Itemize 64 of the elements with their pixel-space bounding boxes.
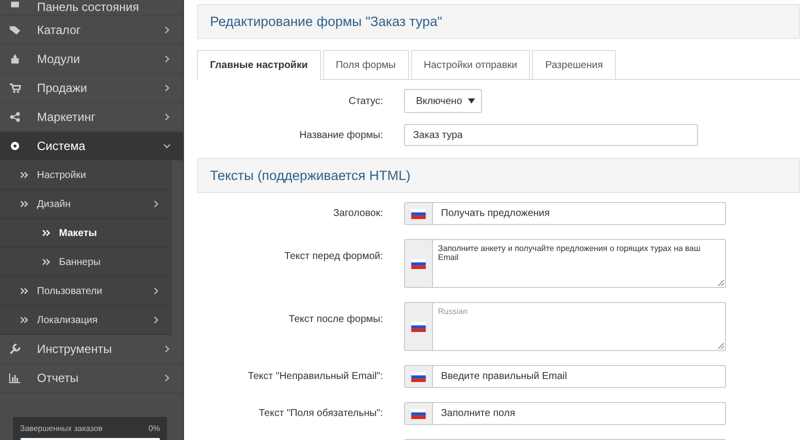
double-chevron-icon xyxy=(20,200,29,208)
menu-icon xyxy=(9,53,21,65)
menu-icon xyxy=(9,0,21,9)
menu-label: Локализация xyxy=(37,314,99,326)
chevron-icon xyxy=(163,142,171,150)
menu-label: Макеты xyxy=(59,228,98,238)
tab[interactable]: Настройки отправки xyxy=(410,50,530,79)
menu-label: Система xyxy=(37,139,86,153)
page-title: Редактирование формы "Заказ тура" xyxy=(210,14,442,29)
menu-item[interactable]: Система xyxy=(0,132,183,161)
field-label: Название формы: xyxy=(298,130,383,140)
tab[interactable]: Поля формы xyxy=(322,50,409,79)
section-title: Тексты (поддерживается HTML) xyxy=(210,168,410,183)
menu-label: Баннеры xyxy=(59,256,102,268)
menu-label: Настройки xyxy=(37,170,88,180)
menu-icon xyxy=(9,24,21,36)
status-dropdown[interactable]: Включено xyxy=(404,89,482,113)
chevron-icon xyxy=(163,113,171,121)
menu-label: Каталог xyxy=(37,23,82,37)
chevron-icon xyxy=(163,345,171,353)
input-field[interactable]: Заказ тура xyxy=(404,124,698,146)
submenu-item[interactable]: Макеты xyxy=(0,219,172,248)
menu-label: Продажи xyxy=(37,81,88,95)
tab[interactable]: Разрешения xyxy=(532,50,616,79)
menu-icon xyxy=(9,111,21,123)
chevron-icon xyxy=(163,26,171,34)
field-label: Текст после формы: xyxy=(288,314,383,325)
caret-icon xyxy=(468,98,475,104)
field-label: Статус: xyxy=(348,96,383,106)
chevron-icon xyxy=(163,84,171,92)
menu-label: Отчеты xyxy=(37,371,80,385)
chevron-icon xyxy=(152,287,160,295)
field-label: Заголовок: xyxy=(332,208,383,219)
menu-label: Инструменты xyxy=(37,342,113,356)
menu-item[interactable]: Панель состояния xyxy=(0,0,183,16)
chevron-icon xyxy=(152,316,160,324)
progress-reading: 0% xyxy=(148,424,160,433)
submenu-item[interactable]: Дизайн xyxy=(0,190,172,219)
menu-label: Дизайн xyxy=(37,198,72,210)
tab[interactable]: Главные настройки xyxy=(197,50,321,80)
menu-icon xyxy=(9,372,21,384)
submenu-item[interactable]: Настройки xyxy=(0,161,172,190)
submenu-item[interactable]: Локализация xyxy=(0,306,172,335)
menu-label: Пользователи xyxy=(37,286,104,296)
field-label: Текст "Неправильный Email": xyxy=(246,371,383,382)
submenu-item[interactable]: Пользователи xyxy=(0,277,172,306)
menu-label: Панель состояния xyxy=(37,0,140,14)
double-chevron-icon xyxy=(20,316,29,324)
menu-icon xyxy=(9,82,21,94)
double-chevron-icon xyxy=(20,287,29,295)
menu-icon xyxy=(9,140,21,152)
field-label: Текст "Поля обязательны": xyxy=(258,408,383,419)
menu-label: Модули xyxy=(37,52,81,66)
menu-label: Маркетинг xyxy=(37,110,96,124)
menu-icon xyxy=(9,343,21,355)
progress-label: Завершенных заказов xyxy=(20,424,102,433)
double-chevron-icon xyxy=(42,229,51,237)
double-chevron-icon xyxy=(42,258,51,266)
submenu-item[interactable]: Баннеры xyxy=(0,248,172,277)
chevron-icon xyxy=(163,55,171,63)
double-chevron-icon xyxy=(20,171,29,179)
chevron-icon xyxy=(163,374,171,382)
field-label: Текст перед формой: xyxy=(283,251,383,262)
chevron-icon xyxy=(152,200,160,208)
